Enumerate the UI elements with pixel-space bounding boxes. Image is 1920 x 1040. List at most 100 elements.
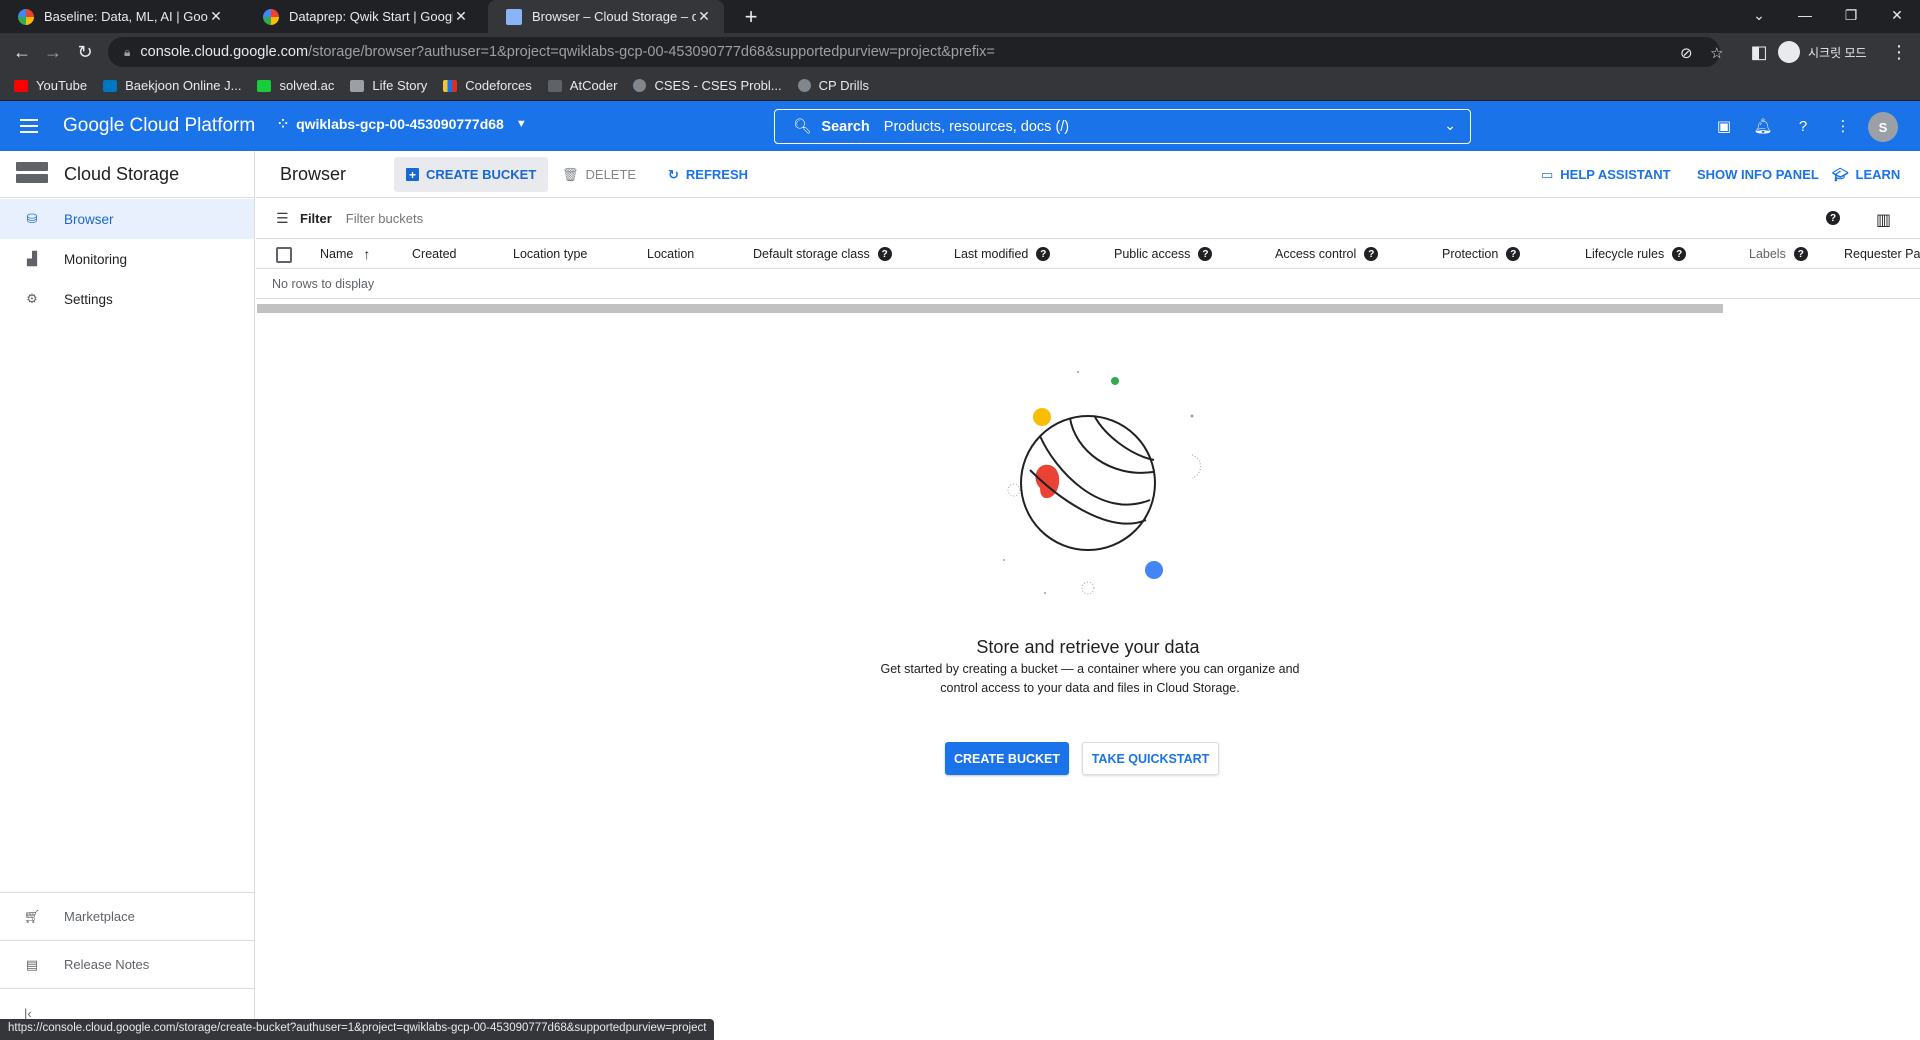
sidebar-item-label: Release Notes [64, 957, 150, 972]
column-display-icon[interactable]: ▥ [1876, 210, 1891, 230]
refresh-button[interactable]: ↻ REFRESH [656, 157, 760, 192]
select-all-checkbox[interactable] [276, 247, 292, 263]
help-icon[interactable]: ? [1826, 211, 1840, 225]
help-icon[interactable]: ? [1036, 247, 1051, 261]
help-icon[interactable]: ? [1506, 247, 1521, 261]
sidebar-item-monitoring[interactable]: ▟ Monitoring [0, 239, 254, 279]
column-header[interactable]: Last modified? [954, 239, 1051, 268]
help-assistant-button[interactable]: ▭ HELP ASSISTANT [1529, 157, 1683, 192]
column-label: Last modified [954, 247, 1029, 261]
column-header[interactable]: Lifecycle rules? [1585, 239, 1687, 268]
close-icon[interactable]: ✕ [208, 8, 224, 25]
gcp-favicon-icon [18, 8, 34, 25]
create-bucket-button[interactable]: + CREATE BUCKET [394, 157, 549, 192]
column-label: Public access [1114, 247, 1191, 261]
baekjoon-icon [103, 79, 118, 92]
cloud-shell-icon[interactable]: ▣ [1713, 115, 1735, 137]
column-header[interactable]: Public access? [1114, 239, 1213, 268]
help-icon[interactable]: ? [1364, 247, 1379, 261]
avatar[interactable]: S [1868, 112, 1898, 142]
window-close-icon[interactable]: ✕ [1874, 0, 1920, 30]
url-field[interactable]: 🔒︎ console.cloud.google.com/storage/brow… [108, 37, 1723, 67]
sidebar: Cloud Storage ⛁ Browser ▟ Monitoring ⚙ S… [0, 151, 255, 1040]
bookmark-label: YouTube [36, 78, 88, 93]
column-header[interactable]: Protection? [1442, 239, 1521, 268]
delete-button[interactable]: 🗑︎ DELETE [550, 157, 648, 192]
bookmark-label: Baekjoon Online J... [125, 78, 242, 93]
column-header[interactable]: Location [647, 239, 694, 268]
create-bucket-primary-button[interactable]: CREATE BUCKET [945, 742, 1069, 775]
column-header[interactable]: Labels? [1749, 239, 1808, 268]
filter-label: Filter [300, 210, 332, 226]
bookmark-item[interactable]: YouTube [14, 78, 87, 93]
project-selector[interactable]: ⁘ qwiklabs-gcp-00-453090777d68 ▼ [278, 116, 527, 132]
bookmark-item[interactable]: AtCoder [547, 78, 618, 93]
product-title[interactable]: Google Cloud Platform [63, 115, 255, 137]
search-input[interactable]: 🔍︎ Search Products, resources, docs (/) … [774, 109, 1471, 144]
help-icon[interactable]: ? [1198, 247, 1213, 261]
sidebar-item-settings[interactable]: ⚙ Settings [0, 279, 254, 319]
chart-icon: ▟ [27, 251, 37, 266]
empty-state-title: Store and retrieve your data [976, 637, 1200, 657]
bookmark-item[interactable]: Baekjoon Online J... [103, 78, 241, 93]
column-header[interactable]: Name ↑ [320, 239, 371, 268]
browser-tab[interactable]: Dataprep: Qwik Start | Google C ✕ [245, 0, 481, 33]
lock-icon: 🔒︎ [124, 44, 131, 59]
sidebar-footer: 🛒︎ Marketplace ▤ Release Notes [0, 892, 255, 989]
chevron-down-icon[interactable]: ⌄ [1444, 117, 1456, 134]
notifications-icon[interactable]: 🔔︎ [1752, 115, 1774, 137]
learn-button[interactable]: 🎓︎ LEARN [1820, 157, 1912, 192]
table-header: Name ↑ Created Location type Location Def… [256, 239, 1920, 269]
close-icon[interactable]: ✕ [453, 8, 469, 25]
horizontal-scrollbar[interactable] [257, 304, 1723, 313]
atcoder-icon [547, 79, 562, 92]
column-header[interactable]: Default storage class? [753, 239, 892, 268]
blue-dot [1145, 561, 1163, 579]
button-label: HELP ASSISTANT [1560, 167, 1671, 182]
help-icon[interactable]: ? [1793, 247, 1808, 261]
sort-arrow-up-icon: ↑ [363, 246, 371, 262]
column-header[interactable]: Created [412, 239, 456, 268]
browser-tab-active[interactable]: Browser – Cloud Storage – qwik ✕ [488, 0, 724, 33]
column-header[interactable]: Location type [513, 239, 587, 268]
side-panel-icon[interactable]: ◧ [1745, 38, 1773, 66]
restore-icon[interactable]: ❐ [1828, 0, 1874, 30]
back-icon[interactable]: ← [8, 38, 36, 66]
incognito-icon [1778, 41, 1800, 63]
help-icon[interactable]: ? [877, 247, 892, 261]
sidebar-item-marketplace[interactable]: 🛒︎ Marketplace [0, 892, 255, 940]
sidebar-item-browser[interactable]: ⛁ Browser [0, 199, 254, 239]
browser-tab[interactable]: Baseline: Data, ML, AI | Google ✕ [0, 0, 236, 33]
menu-icon[interactable] [20, 114, 44, 138]
help-icon[interactable]: ? [1792, 115, 1814, 137]
close-icon[interactable]: ✕ [696, 8, 712, 25]
filter-input[interactable] [345, 210, 646, 226]
incognito-profile[interactable]: 시크릿 모드 [1778, 38, 1867, 66]
column-label: Protection [1442, 247, 1499, 261]
bookmark-star-icon[interactable]: ☆ [1710, 44, 1723, 62]
forward-icon[interactable]: → [39, 38, 67, 66]
bookmark-item[interactable]: Codeforces [443, 78, 532, 93]
take-quickstart-button[interactable]: TAKE QUICKSTART [1082, 742, 1219, 775]
browser-menu-icon[interactable]: ⋮ [1885, 38, 1913, 66]
column-header[interactable]: Access control? [1275, 239, 1379, 268]
gcp-header: Google Cloud Platform ⁘ qwiklabs-gcp-00-… [0, 101, 1920, 151]
minimize-icon[interactable]: — [1782, 0, 1828, 30]
tab-search-icon[interactable]: ⌄ [1736, 0, 1782, 30]
new-tab-icon[interactable]: + [738, 4, 764, 30]
more-options-icon[interactable]: ⋮ [1832, 115, 1854, 137]
bookmark-label: AtCoder [569, 78, 618, 93]
tracking-blocked-icon[interactable]: ⊘ [1680, 44, 1693, 62]
bookmark-item[interactable]: CP Drills [797, 78, 869, 93]
help-icon[interactable]: ? [1672, 247, 1687, 261]
show-info-panel-button[interactable]: SHOW INFO PANEL [1685, 157, 1831, 192]
column-header[interactable]: Requester Pays [1844, 239, 1920, 268]
reload-icon[interactable]: ↻ [71, 38, 99, 66]
sidebar-item-release-notes[interactable]: ▤ Release Notes [0, 940, 255, 988]
page-toolbar: Browser + CREATE BUCKET 🗑︎ DELETE ↻ REFR… [256, 151, 1920, 198]
bookmark-item[interactable]: solved.ac [257, 78, 334, 93]
bookmark-item[interactable]: Life Story [350, 78, 427, 93]
empty-table-message: No rows to display [272, 276, 375, 291]
bookmark-item[interactable]: CSES - CSES Probl... [633, 78, 782, 93]
chat-help-icon: ▭ [1541, 166, 1554, 182]
